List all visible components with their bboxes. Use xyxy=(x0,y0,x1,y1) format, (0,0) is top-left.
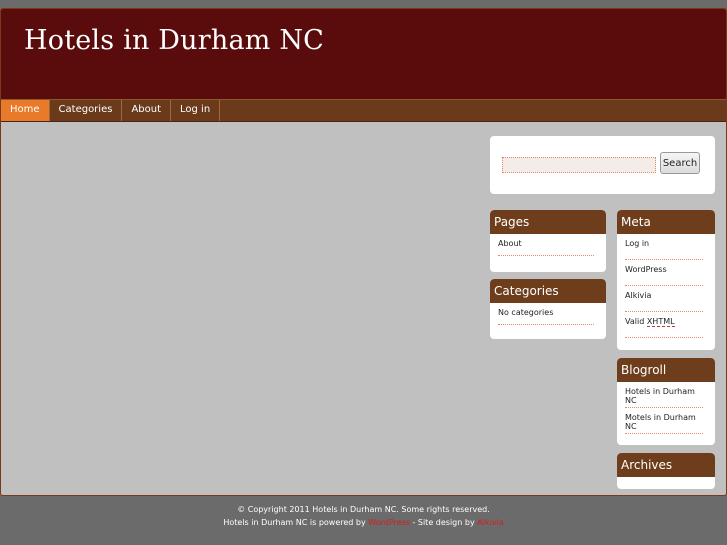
main-nav: Home Categories About Log in xyxy=(1,99,726,122)
archives-widget: Archives xyxy=(617,453,715,489)
pages-item-about[interactable]: About xyxy=(498,234,594,256)
meta-item-login[interactable]: Log in xyxy=(625,234,703,260)
valid-prefix: Valid xyxy=(625,317,645,326)
xhtml-link[interactable]: XHTML xyxy=(646,317,675,327)
search-button[interactable]: Search xyxy=(660,152,700,174)
site-header: Hotels in Durham NC xyxy=(1,9,726,99)
nav-about[interactable]: About xyxy=(122,100,172,121)
meta-item-wordpress[interactable]: WordPress xyxy=(625,260,703,286)
page-container: Hotels in Durham NC Home Categories Abou… xyxy=(0,8,727,496)
categories-item-empty: No categories xyxy=(498,303,594,325)
nav-login[interactable]: Log in xyxy=(171,100,221,121)
blogroll-item-motels[interactable]: Motels in Durham NC xyxy=(625,408,703,434)
footer-alkivia-link[interactable]: Alkivia xyxy=(477,518,503,527)
meta-item-valid-xhtml[interactable]: Valid XHTML xyxy=(625,312,703,338)
search-widget: Search xyxy=(490,136,715,194)
footer-credits: Hotels in Durham NC is powered by WordPr… xyxy=(0,516,727,529)
meta-widget-title: Meta xyxy=(617,210,715,234)
blogroll-widget: Blogroll Hotels in Durham NC Motels in D… xyxy=(617,358,715,445)
footer-design-text: - Site design by xyxy=(412,518,475,527)
categories-widget: Categories No categories xyxy=(490,279,606,339)
footer-wordpress-link[interactable]: WordPress xyxy=(368,518,410,527)
site-footer: © Copyright 2011 Hotels in Durham NC. So… xyxy=(0,503,727,529)
search-input[interactable] xyxy=(502,157,656,173)
blogroll-widget-title: Blogroll xyxy=(617,358,715,382)
archives-widget-title: Archives xyxy=(617,453,715,477)
meta-item-alkivia[interactable]: Alkivia xyxy=(625,286,703,312)
footer-copyright: © Copyright 2011 Hotels in Durham NC. So… xyxy=(237,505,490,514)
nav-home[interactable]: Home xyxy=(1,100,50,121)
meta-widget: Meta Log in WordPress Alkivia Valid XHTM… xyxy=(617,210,715,350)
pages-widget: Pages About xyxy=(490,210,606,272)
footer-powered-text: Hotels in Durham NC is powered by xyxy=(223,518,366,527)
site-title[interactable]: Hotels in Durham NC xyxy=(24,25,324,56)
blogroll-item-hotels[interactable]: Hotels in Durham NC xyxy=(625,382,703,408)
categories-widget-title: Categories xyxy=(490,279,606,303)
nav-categories[interactable]: Categories xyxy=(50,100,123,121)
pages-widget-title: Pages xyxy=(490,210,606,234)
